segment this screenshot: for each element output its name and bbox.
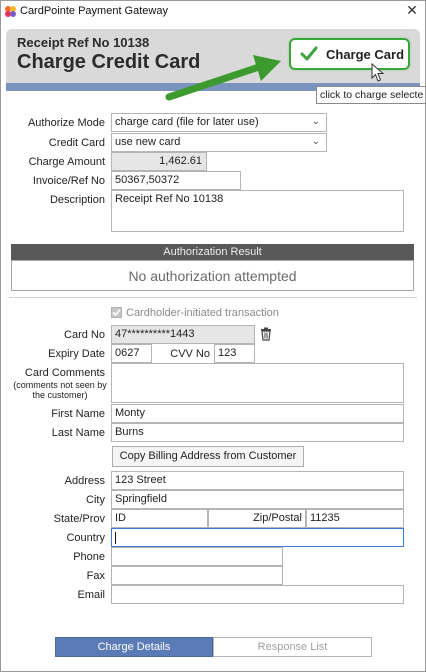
pointer-arrow-icon [165, 55, 281, 101]
cvv-field[interactable]: 123 [214, 344, 255, 363]
country-field[interactable] [111, 528, 404, 547]
description-label: Description [49, 194, 105, 206]
authorization-result-header: Authorization Result [11, 244, 414, 260]
receipt-ref: Receipt Ref No 10138 [17, 35, 150, 50]
city-field[interactable]: Springfield [111, 490, 404, 509]
fax-field[interactable] [111, 566, 283, 585]
country-label: Country [66, 532, 105, 544]
card-comments-note: (comments not seen by the customer) [13, 380, 107, 400]
state-field[interactable]: ID [111, 509, 208, 528]
chevron-down-icon: ⌄ [311, 116, 320, 127]
trash-icon[interactable] [260, 327, 272, 341]
authorization-result-text: No authorization attempted [11, 260, 414, 291]
charge-card-button[interactable]: Charge Card [289, 38, 410, 70]
zip-label-cell: Zip/Postal [208, 509, 306, 528]
cardpointe-logo-icon [5, 6, 16, 17]
charge-amount-field: 1,462.61 [111, 152, 207, 171]
title-bar: CardPointe Payment Gateway ✕ [1, 1, 425, 23]
card-comments-field[interactable] [111, 363, 404, 403]
address-label: Address [64, 475, 105, 487]
last-name-field[interactable]: Burns [111, 423, 404, 442]
card-no-field[interactable]: 47**********1443 [111, 325, 255, 344]
card-comments-label: Card Comments [24, 367, 105, 379]
first-name-label: First Name [51, 408, 105, 420]
zip-field[interactable]: 11235 [306, 509, 404, 528]
mouse-cursor-icon [371, 63, 385, 82]
description-field[interactable]: Receipt Ref No 10138 [111, 190, 404, 232]
expiry-field[interactable]: 0627 [111, 344, 152, 363]
authorize-mode-label: Authorize Mode [27, 117, 105, 129]
zip-label: Zip/Postal [253, 512, 302, 524]
state-label: State/Prov [53, 513, 105, 525]
phone-label: Phone [73, 551, 105, 563]
fax-label: Fax [86, 570, 105, 582]
tooltip: click to charge selecte [316, 86, 425, 104]
authorize-mode-value: charge card (file for later use) [115, 116, 259, 128]
window-title: CardPointe Payment Gateway [20, 5, 168, 17]
first-name-field[interactable]: Monty [111, 404, 404, 423]
email-label: Email [77, 589, 105, 601]
email-field[interactable] [111, 585, 404, 604]
cardholder-initiated-label: Cardholder-initiated transaction [126, 307, 279, 319]
charge-amount-label: Charge Amount [28, 156, 105, 168]
copy-billing-address-button[interactable]: Copy Billing Address from Customer [112, 446, 304, 467]
text-caret [115, 532, 116, 544]
city-label: City [86, 494, 105, 506]
chevron-down-icon: ⌄ [311, 136, 320, 147]
checkmark-icon [300, 46, 318, 61]
credit-card-label: Credit Card [48, 137, 105, 149]
cardholder-initiated-checkbox[interactable] [111, 307, 122, 318]
invoice-label: Invoice/Ref No [32, 175, 105, 187]
payment-window: CardPointe Payment Gateway ✕ Receipt Ref… [0, 0, 426, 672]
divider [9, 297, 417, 298]
invoice-field[interactable]: 50367,50372 [111, 171, 241, 190]
expiry-label: Expiry Date [48, 348, 105, 360]
authorize-mode-select[interactable]: charge card (file for later use) ⌄ [111, 113, 327, 132]
address-field[interactable]: 123 Street [111, 471, 404, 490]
tab-charge-details[interactable]: Charge Details [55, 637, 213, 657]
credit-card-select[interactable]: use new card ⌄ [111, 133, 327, 152]
card-no-label: Card No [64, 329, 105, 341]
credit-card-value: use new card [115, 136, 181, 148]
phone-field[interactable] [111, 547, 283, 566]
close-icon[interactable]: ✕ [404, 2, 420, 19]
checkmark-icon [112, 308, 121, 317]
charge-card-label: Charge Card [326, 47, 405, 62]
last-name-label: Last Name [51, 427, 105, 439]
tab-response-list[interactable]: Response List [213, 637, 372, 657]
cvv-label: CVV No [170, 348, 210, 360]
